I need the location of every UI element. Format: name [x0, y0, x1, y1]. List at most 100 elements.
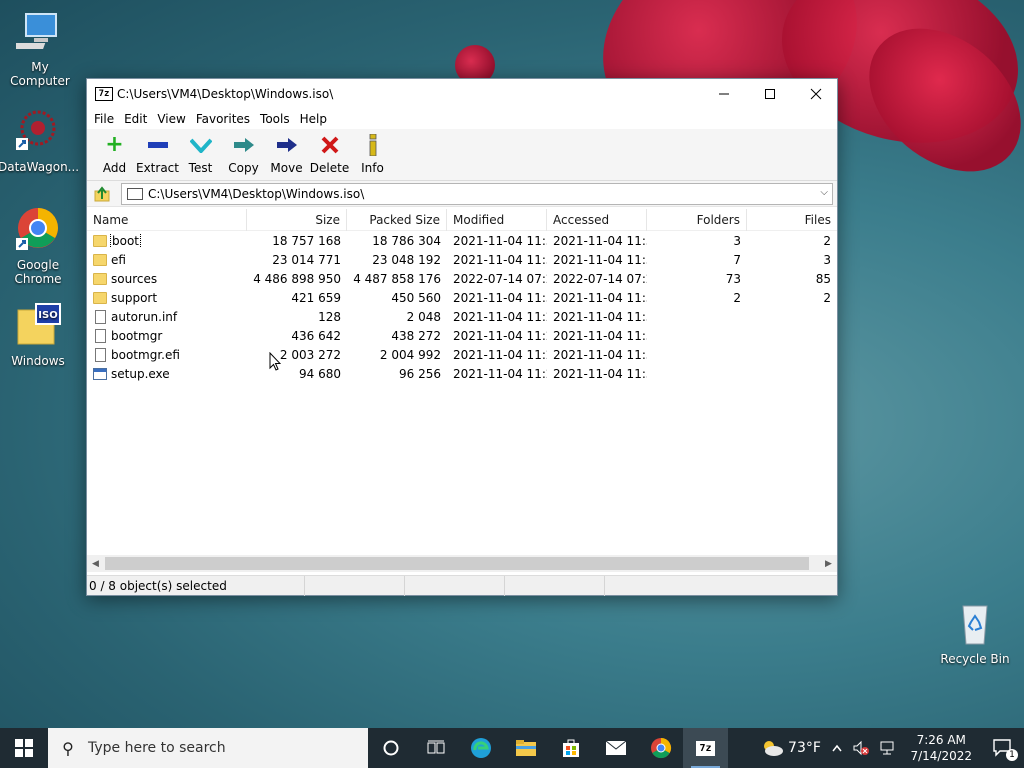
- table-row[interactable]: bootmgr 436 642 438 272 2021-11-04 11:29 202…: [87, 326, 837, 345]
- cell-name: efi: [87, 253, 247, 267]
- table-row[interactable]: setup.exe 94 680 96 256 2021-11-04 11:29 202…: [87, 364, 837, 383]
- taskbar-seven-zip[interactable]: 7z: [683, 728, 728, 768]
- action-center-button[interactable]: 1: [982, 728, 1024, 768]
- column-header-accessed[interactable]: Accessed: [547, 209, 647, 231]
- column-header-size[interactable]: Size: [247, 209, 347, 231]
- cell-modified: 2021-11-04 11:29: [453, 328, 547, 343]
- cell-modified: 2021-11-04 11:29: [453, 309, 547, 324]
- desktop-icon-datawagon[interactable]: DataWagon...: [0, 108, 80, 174]
- move-button[interactable]: Move: [265, 129, 308, 180]
- copy-button[interactable]: Copy: [222, 129, 265, 180]
- cell-modified: 2021-11-04 11:29: [453, 366, 547, 381]
- horizontal-scrollbar[interactable]: ◀ ▶: [87, 555, 837, 572]
- taskbar-chrome[interactable]: [638, 728, 683, 768]
- scrollbar-thumb[interactable]: [105, 557, 809, 570]
- file-name: sources: [111, 271, 158, 286]
- table-row[interactable]: efi 23 014 771 23 048 192 2021-11-04 11:31 2…: [87, 250, 837, 269]
- cell-name: sources: [87, 272, 247, 286]
- cell-files: 2: [823, 233, 831, 248]
- column-header-folders[interactable]: Folders: [647, 209, 747, 231]
- desktop-icon-my-computer[interactable]: My Computer: [0, 8, 80, 88]
- table-row[interactable]: bootmgr.efi 2 003 272 2 004 992 2021-11-04 …: [87, 345, 837, 364]
- task-view-button[interactable]: [413, 728, 458, 768]
- cell-accessed: 2022-07-14 07:24: [553, 271, 647, 286]
- scroll-right-icon[interactable]: ▶: [820, 559, 837, 569]
- file-name: bootmgr: [111, 328, 163, 343]
- extract-button[interactable]: Extract: [136, 129, 179, 180]
- cell-size: 94 680: [299, 366, 341, 381]
- menu-help[interactable]: Help: [297, 112, 334, 126]
- column-header-files[interactable]: Files: [747, 209, 837, 231]
- desktop-icon-label: Windows: [11, 354, 65, 368]
- column-headers: Name Size Packed Size Modified Accessed …: [87, 209, 837, 231]
- weather-temp: 73°F: [788, 740, 821, 756]
- maximize-button[interactable]: [747, 79, 793, 109]
- taskbar-search-box[interactable]: ⚲ Type here to search: [48, 728, 368, 768]
- menu-bar: File Edit View Favorites Tools Help: [87, 109, 837, 129]
- cell-packed-size: 4 487 858 176: [353, 271, 441, 286]
- column-header-packed-size[interactable]: Packed Size: [347, 209, 447, 231]
- info-button[interactable]: Info: [351, 129, 394, 180]
- cell-size: 4 486 898 950: [253, 271, 341, 286]
- window-title: C:\Users\VM4\Desktop\Windows.iso\: [117, 87, 334, 101]
- table-row[interactable]: boot 18 757 168 18 786 304 2021-11-04 11:31…: [87, 231, 837, 250]
- desktop-icon-label: DataWagon...: [0, 160, 80, 174]
- cell-name: setup.exe: [87, 367, 247, 381]
- menu-view[interactable]: View: [154, 112, 192, 126]
- taskbar-edge[interactable]: [458, 728, 503, 768]
- address-path: C:\Users\VM4\Desktop\Windows.iso\: [148, 186, 365, 201]
- checkmark-icon: [189, 133, 213, 157]
- mouse-cursor-icon: [269, 352, 281, 371]
- svg-text:ISO: ISO: [38, 310, 57, 321]
- test-button[interactable]: Test: [179, 129, 222, 180]
- maximize-icon: [765, 89, 775, 99]
- weather-widget[interactable]: 73°F: [754, 728, 826, 768]
- chevron-down-icon[interactable]: ⌵: [820, 187, 828, 198]
- cell-name: support: [87, 291, 247, 305]
- title-bar[interactable]: 7z C:\Users\VM4\Desktop\Windows.iso\: [87, 79, 837, 109]
- desktop-icon-recycle-bin[interactable]: Recycle Bin: [935, 600, 1015, 666]
- cell-size: 2 003 272: [279, 347, 341, 362]
- scroll-left-icon[interactable]: ◀: [87, 559, 104, 569]
- taskbar-mail[interactable]: [593, 728, 638, 768]
- cortana-button[interactable]: [368, 728, 413, 768]
- minimize-button[interactable]: [701, 79, 747, 109]
- cell-name: bootmgr: [87, 328, 247, 343]
- cell-files: 85: [815, 271, 831, 286]
- minimize-icon: [719, 93, 729, 95]
- cell-modified: 2022-07-14 07:24: [453, 271, 547, 286]
- clock[interactable]: 7:26 AM 7/14/2022: [900, 732, 982, 764]
- network-button[interactable]: [874, 728, 900, 768]
- delete-button[interactable]: Delete: [308, 129, 351, 180]
- cell-packed-size: 2 048: [406, 309, 441, 324]
- test-label: Test: [188, 161, 213, 175]
- add-button[interactable]: + Add: [93, 129, 136, 180]
- desktop-icon-windows-iso[interactable]: ISO Windows: [0, 302, 78, 368]
- cell-folders: 2: [733, 290, 741, 305]
- menu-file[interactable]: File: [91, 112, 121, 126]
- table-row[interactable]: autorun.inf 128 2 048 2021-11-04 11:29 2021-…: [87, 307, 837, 326]
- table-row[interactable]: sources 4 486 898 950 4 487 858 176 2022-07…: [87, 269, 837, 288]
- desktop-icon-google-chrome[interactable]: Google Chrome: [0, 206, 78, 286]
- table-row[interactable]: support 421 659 450 560 2021-11-04 11:31 202…: [87, 288, 837, 307]
- volume-button[interactable]: [848, 728, 874, 768]
- taskbar-file-explorer[interactable]: [503, 728, 548, 768]
- menu-favorites[interactable]: Favorites: [193, 112, 257, 126]
- show-hidden-icons-button[interactable]: [826, 728, 848, 768]
- start-button[interactable]: [0, 728, 48, 768]
- task-view-icon: [427, 740, 444, 754]
- close-button[interactable]: [793, 79, 839, 109]
- menu-tools[interactable]: Tools: [257, 112, 297, 126]
- menu-edit[interactable]: Edit: [121, 112, 154, 126]
- address-field[interactable]: C:\Users\VM4\Desktop\Windows.iso\ ⌵: [121, 182, 833, 205]
- iso-file-icon: ISO: [14, 302, 62, 350]
- cell-folders: 3: [733, 233, 741, 248]
- seven-zip-window: 7z C:\Users\VM4\Desktop\Windows.iso\ Fil…: [86, 78, 838, 596]
- info-icon: [361, 133, 385, 157]
- column-header-modified[interactable]: Modified: [447, 209, 547, 231]
- up-folder-button[interactable]: [91, 184, 113, 204]
- column-header-name[interactable]: Name: [87, 209, 247, 231]
- status-extra: [505, 575, 605, 596]
- taskbar-store[interactable]: [548, 728, 593, 768]
- taskbar: ⚲ Type here to search 7z 73°F 7:26 AM 7/…: [0, 728, 1024, 768]
